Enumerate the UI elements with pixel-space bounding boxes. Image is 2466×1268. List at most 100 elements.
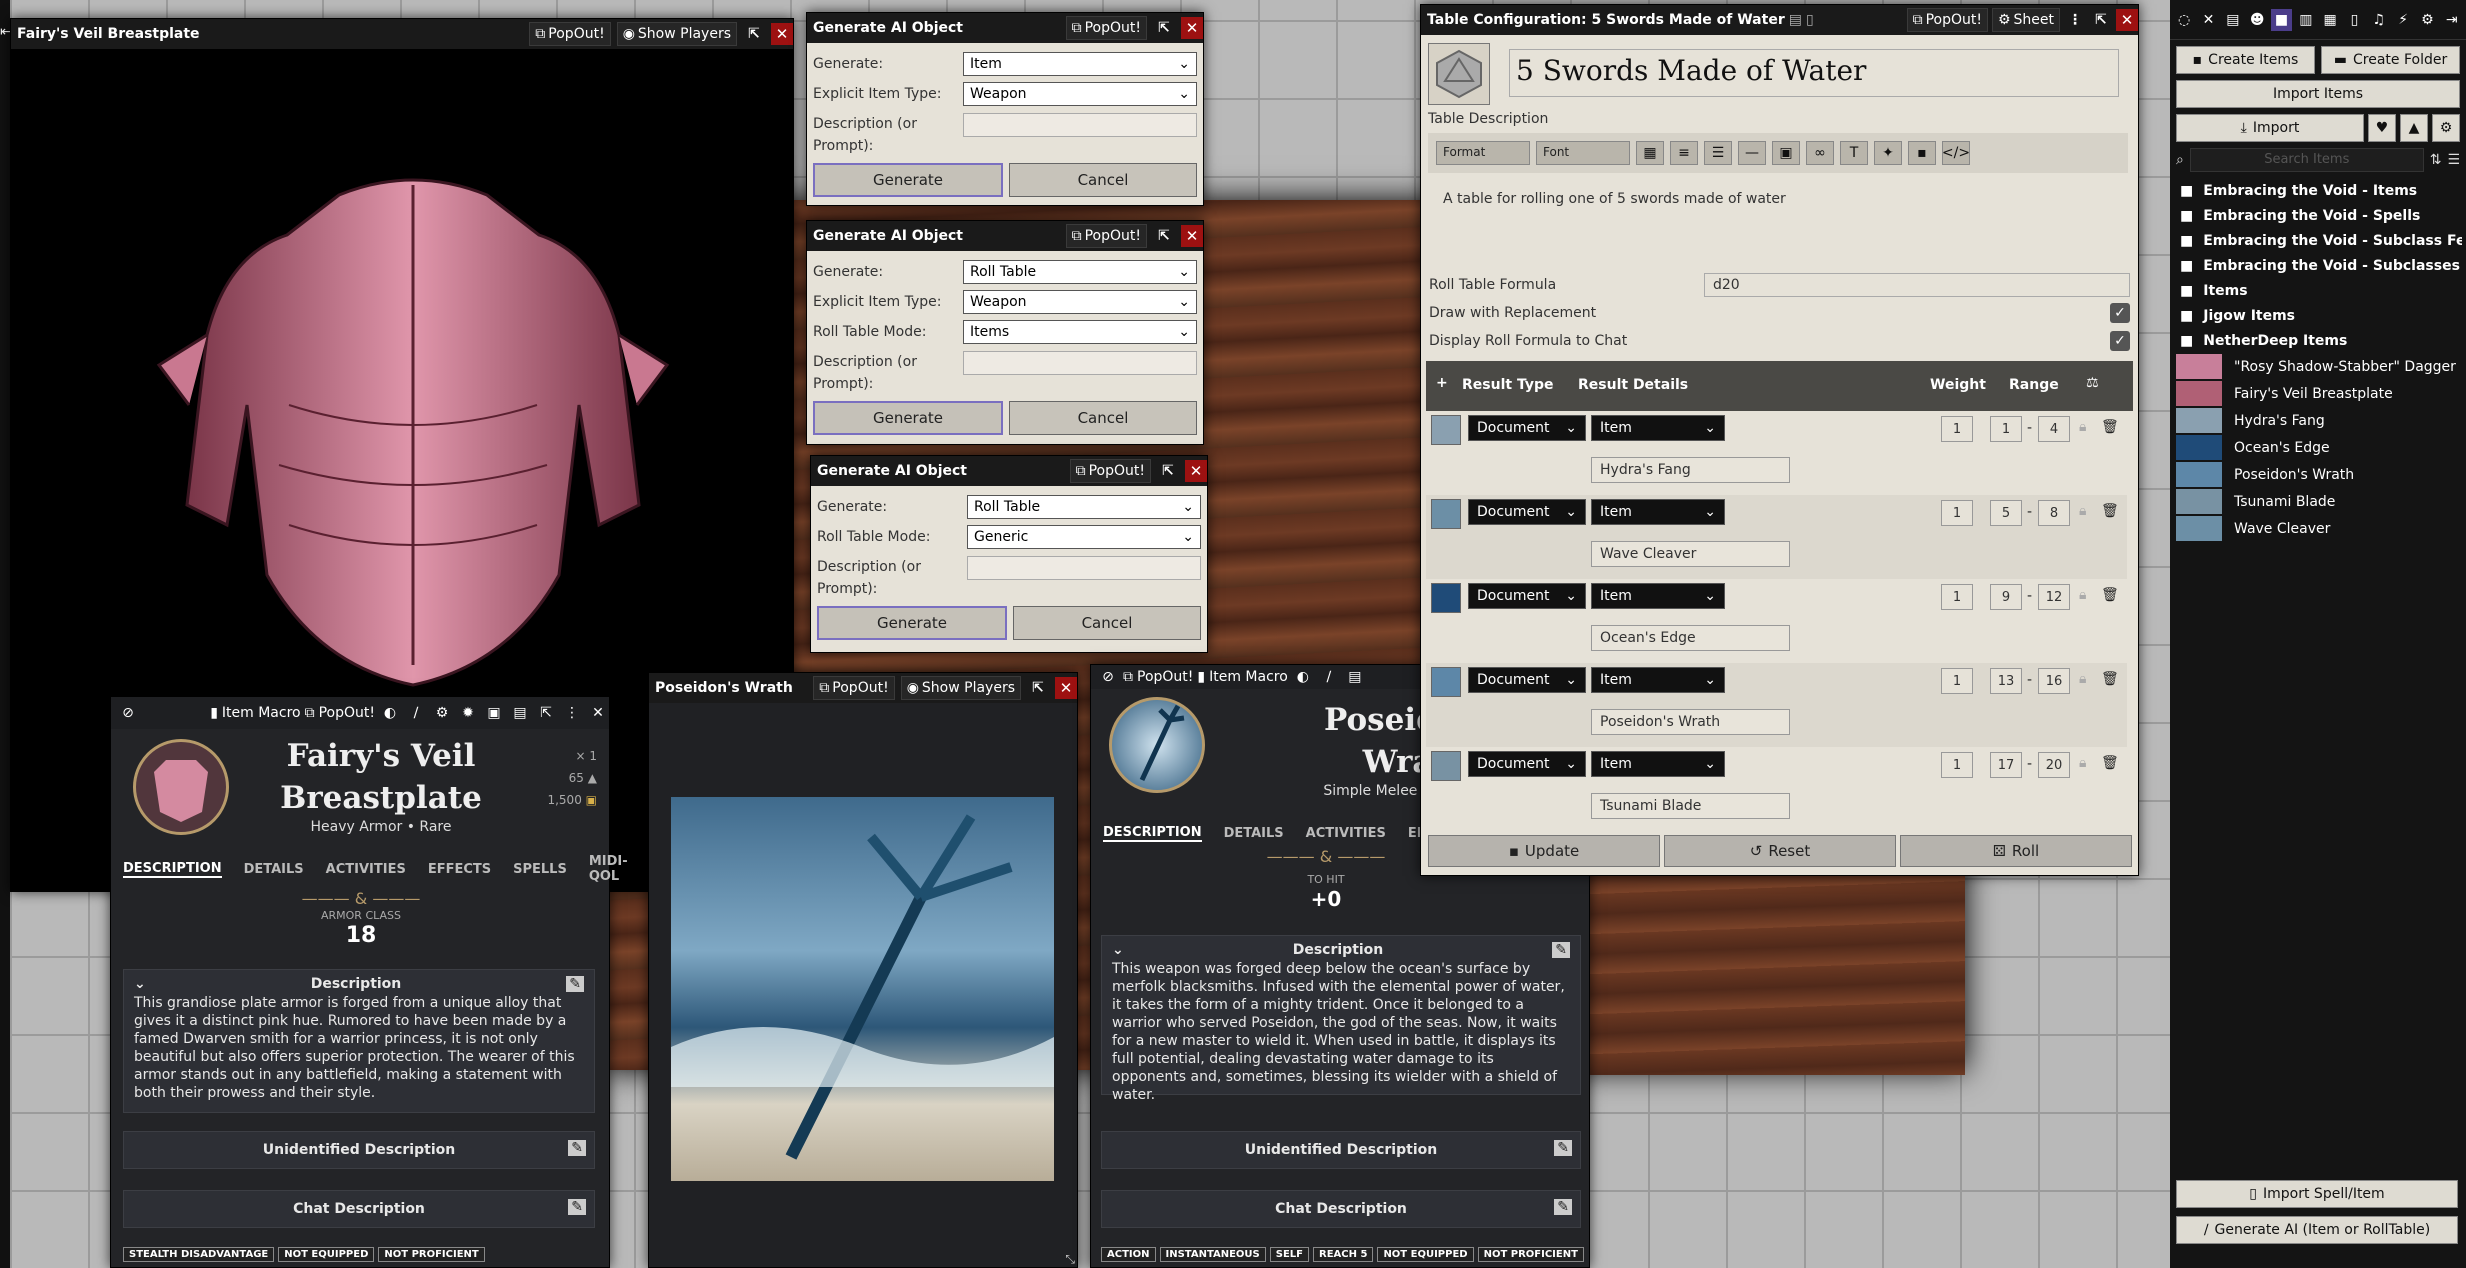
more-icon[interactable]: ⋮ — [561, 702, 583, 724]
item-entry[interactable]: Hydra's Fang — [2174, 407, 2462, 434]
copy-icon[interactable]: ▯ — [1806, 12, 1814, 28]
tab-description[interactable]: DESCRIPTION — [123, 861, 222, 878]
price[interactable]: 1,500 — [547, 793, 581, 807]
result-name-input[interactable]: Tsunami Blade — [1591, 793, 1790, 819]
tab-activities[interactable]: ACTIVITIES — [326, 862, 406, 877]
item-entry[interactable]: Fairy's Veil Breastplate — [2174, 380, 2462, 407]
window-header[interactable]: Poseidon's Wrath ⧉ PopOut! ◉ Show Players … — [649, 673, 1077, 703]
window-header[interactable]: Generate AI Object ⧉ PopOut! ⇱ ✕ — [807, 221, 1203, 251]
result-kind-select[interactable]: Item ⌄ — [1591, 751, 1725, 777]
sheet-button[interactable]: ⚙ Sheet — [1991, 8, 2060, 32]
generate-button[interactable]: Generate — [813, 401, 1003, 435]
bank-icon[interactable]: ▲ — [2400, 114, 2428, 142]
item-portrait[interactable] — [1109, 697, 1205, 793]
item-entry[interactable]: Tsunami Blade — [2174, 488, 2462, 515]
tab-midi-qol[interactable]: MIDI-QOL — [589, 854, 628, 884]
item-type-select[interactable]: Weapon ⌄ — [963, 290, 1197, 314]
combat-icon[interactable]: ✕ — [2198, 9, 2218, 31]
popout-button[interactable]: ⧉ PopOut! — [529, 22, 611, 46]
add-result-icon[interactable]: + — [1436, 375, 1448, 391]
generate-button[interactable]: Generate — [817, 606, 1007, 640]
pill-equipped[interactable]: NOT EQUIPPED — [278, 1247, 375, 1262]
weight[interactable]: 65 — [569, 771, 584, 785]
scenes-icon[interactable]: ▤ — [2223, 9, 2243, 31]
show-players-button[interactable]: ◉ Show Players — [616, 22, 737, 46]
chest-icon[interactable]: ▤ — [1344, 666, 1366, 688]
popout-button[interactable]: ⧉ PopOut! — [1065, 224, 1147, 248]
result-kind-select[interactable]: Item ⌄ — [1591, 415, 1725, 441]
result-thumbnail[interactable] — [1431, 667, 1461, 697]
cancel-button[interactable]: Cancel — [1009, 163, 1197, 197]
trash-icon[interactable]: 🗑︎ — [2101, 671, 2119, 687]
collapse-folders-icon[interactable]: ☰ — [2447, 152, 2460, 168]
pill-proficient[interactable]: NOT PROFICIENT — [378, 1247, 485, 1262]
close-button[interactable]: ✕ — [771, 23, 793, 45]
show-players-button[interactable]: ◉ Show Players — [900, 676, 1021, 700]
range-high-input[interactable]: 16 — [2038, 668, 2070, 694]
result-type-select[interactable]: Document ⌄ — [1468, 583, 1586, 609]
table-image[interactable] — [1428, 43, 1490, 105]
search-input[interactable]: Search Items — [2189, 148, 2424, 172]
result-name-input[interactable]: Ocean's Edge — [1591, 625, 1790, 651]
result-thumbnail[interactable] — [1431, 499, 1461, 529]
tab-effects[interactable]: EFFECTS — [428, 862, 491, 877]
save-icon[interactable]: ▪ — [1908, 141, 1936, 165]
result-thumbnail[interactable] — [1431, 751, 1461, 781]
generate-select[interactable]: Roll Table ⌄ — [963, 260, 1197, 284]
bullet-list-icon[interactable]: ≡ — [1670, 141, 1698, 165]
balance-icon[interactable]: ⚖ — [2086, 375, 2099, 391]
result-thumbnail[interactable] — [1431, 415, 1461, 445]
generate-ai-button[interactable]: ∕ Generate AI (Item or RollTable) — [2176, 1216, 2458, 1244]
weight-input[interactable]: 1 — [1941, 752, 1973, 778]
table-name-input[interactable]: 5 Swords Made of Water — [1509, 49, 2119, 97]
wand-icon[interactable]: ∕ — [405, 702, 427, 724]
range-low-input[interactable]: 5 — [1990, 500, 2022, 526]
external-link-icon[interactable]: ⇱ — [1027, 677, 1049, 699]
item-entry[interactable]: Wave Cleaver — [2174, 515, 2462, 542]
result-kind-select[interactable]: Item ⌄ — [1591, 667, 1725, 693]
range-low-input[interactable]: 9 — [1990, 584, 2022, 610]
result-type-select[interactable]: Document ⌄ — [1468, 415, 1586, 441]
tab-spells[interactable]: SPELLS — [513, 862, 567, 877]
popout-button[interactable]: ⧉ PopOut! — [1065, 16, 1147, 40]
window-header[interactable]: ⊘ ▮ Item Macro ⧉ PopOut! ◐ ∕ ⚙ ✹ ▣ ▤ ⇱ ⋮ ✕ — [111, 697, 609, 729]
result-kind-select[interactable]: Item ⌄ — [1591, 583, 1725, 609]
sun-icon[interactable]: ✹ — [457, 702, 479, 724]
range-high-input[interactable]: 4 — [2038, 416, 2070, 442]
replacement-checkbox[interactable]: ✓ — [2110, 303, 2130, 323]
folder-item[interactable]: ■Embracing the Void - Subclass Features — [2174, 228, 2462, 253]
popout-button[interactable]: PopOut! — [1137, 669, 1193, 685]
result-kind-select[interactable]: Item ⌄ — [1591, 499, 1725, 525]
result-name-input[interactable]: Poseidon's Wrath — [1591, 709, 1790, 735]
lock-icon[interactable]: 🔒︎ — [2079, 419, 2086, 435]
actors-icon[interactable]: ☻ — [2247, 9, 2267, 31]
unidentified-description-panel[interactable]: Unidentified Description ✎ — [1101, 1131, 1581, 1169]
source-code-icon[interactable]: </> — [1942, 141, 1970, 165]
external-link-icon[interactable]: ⇱ — [1157, 460, 1179, 482]
item-macro-button[interactable]: Item Macro — [222, 705, 301, 721]
cancel-button[interactable]: Cancel — [1009, 401, 1197, 435]
clear-format-icon[interactable]: T — [1840, 141, 1868, 165]
reset-button[interactable]: ↺ Reset — [1664, 835, 1896, 867]
tab-description[interactable]: DESCRIPTION — [1103, 825, 1202, 842]
folder-item[interactable]: ■ Embracing the Void - Spells — [2174, 203, 2462, 228]
item-name[interactable]: Fairy's Veil — [241, 735, 521, 777]
result-name-input[interactable]: Wave Cleaver — [1591, 541, 1790, 567]
external-link-icon[interactable]: ⇱ — [743, 23, 765, 45]
settings-icon[interactable]: ⚙ — [2417, 9, 2437, 31]
window-header[interactable]: Generate AI Object ⧉ PopOut! ⇱ ✕ — [807, 13, 1203, 43]
gear-icon[interactable]: ⚙ — [431, 702, 453, 724]
popout-button[interactable]: ⧉ PopOut! — [813, 676, 895, 700]
font-dropdown[interactable]: Font — [1536, 141, 1630, 165]
import-items-button[interactable]: Import Items — [2176, 80, 2460, 108]
items-icon[interactable]: ■ — [2271, 8, 2292, 31]
lock-icon[interactable]: 🔒︎ — [2079, 755, 2086, 771]
description-input[interactable] — [963, 351, 1197, 375]
popout-button[interactable]: ⧉ PopOut! — [1906, 8, 1988, 32]
image-icon[interactable]: ▣ — [1772, 141, 1800, 165]
create-item-button[interactable]: ▪ Create Items — [2176, 46, 2315, 74]
pill-proficient[interactable]: NOT PROFICIENT — [1477, 1247, 1584, 1262]
id-icon[interactable]: ▤ — [1789, 12, 1802, 28]
item-type-select[interactable]: Weapon ⌄ — [963, 82, 1197, 106]
folder-item[interactable]: ■ Items — [2174, 278, 2462, 303]
